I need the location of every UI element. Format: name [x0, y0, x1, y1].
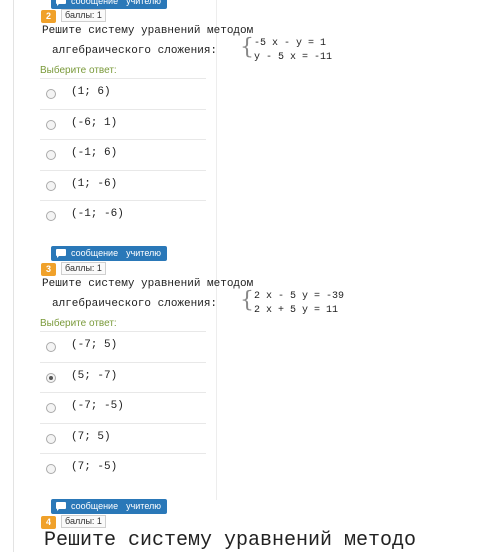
question-text-line1: Решите систему уравнений методо	[44, 529, 417, 552]
radio-button[interactable]	[46, 434, 56, 444]
question-text-line2: алгебраического сложения:	[52, 298, 218, 310]
radio-button-checked[interactable]	[46, 373, 56, 383]
message-teacher-button[interactable]: сообщение учителю	[51, 499, 168, 514]
option-label: (-6; 1)	[71, 117, 118, 129]
message-button-word1: сообщение	[71, 248, 119, 258]
system-brace: {	[240, 35, 254, 60]
message-teacher-button[interactable]: сообщение учителю	[51, 246, 168, 261]
question-number-badge: 2	[41, 10, 56, 23]
option-label: (-1; 6)	[71, 147, 118, 159]
chat-icon	[56, 0, 66, 6]
chat-icon	[56, 249, 66, 258]
question-number-badge: 4	[41, 516, 56, 529]
answer-option[interactable]: (-1; 6)	[40, 139, 206, 170]
answer-option[interactable]: (-7; -5)	[40, 392, 206, 423]
message-button-word2: учителю	[126, 248, 162, 258]
answer-option[interactable]: (1; 6)	[40, 78, 206, 109]
radio-button[interactable]	[46, 89, 56, 99]
equation-2: 2 x + 5 y = 11	[254, 305, 339, 316]
answer-option[interactable]: (7; 5)	[40, 423, 206, 454]
radio-button[interactable]	[46, 342, 56, 352]
question-text-line1: Решите систему уравнений методом	[42, 278, 254, 290]
option-label: (1; 6)	[71, 86, 111, 98]
option-label: (-7; -5)	[71, 400, 124, 412]
answer-option[interactable]: (7; -5)	[40, 453, 206, 484]
equation-2: y - 5 x = -11	[254, 52, 333, 63]
option-label: (-7; 5)	[71, 339, 118, 351]
equation-1: 2 x - 5 y = -39	[254, 291, 345, 302]
message-button-word1: сообщение	[71, 0, 119, 6]
content-border-left	[13, 0, 14, 552]
points-label: баллы: 1	[61, 515, 106, 528]
radio-button[interactable]	[46, 181, 56, 191]
radio-button[interactable]	[46, 464, 56, 474]
answer-prompt: Выберите ответ:	[40, 65, 117, 76]
option-label: (5; -7)	[71, 370, 118, 382]
options-border-right	[216, 0, 217, 500]
answer-option[interactable]: (-1; -6)	[40, 200, 206, 231]
message-teacher-button[interactable]: сообщение учителю	[51, 0, 168, 9]
radio-button[interactable]	[46, 150, 56, 160]
question-number-badge: 3	[41, 263, 56, 276]
question-text-line1: Решите систему уравнений методом	[42, 25, 254, 37]
answer-option-selected[interactable]: (5; -7)	[40, 362, 206, 393]
radio-button[interactable]	[46, 403, 56, 413]
radio-button[interactable]	[46, 120, 56, 130]
points-label: баллы: 1	[61, 262, 106, 275]
answer-option[interactable]: (1; -6)	[40, 170, 206, 201]
message-button-word1: сообщение	[71, 501, 119, 511]
equation-1: -5 x - y = 1	[254, 38, 327, 49]
message-button-word2: учителю	[126, 501, 162, 511]
option-label: (1; -6)	[71, 178, 118, 190]
question-text-line2: алгебраического сложения:	[52, 45, 218, 57]
chat-icon	[56, 502, 66, 511]
answer-prompt: Выберите ответ:	[40, 318, 117, 329]
points-label: баллы: 1	[61, 9, 106, 22]
radio-button[interactable]	[46, 211, 56, 221]
option-label: (7; -5)	[71, 461, 118, 473]
option-label: (-1; -6)	[71, 208, 124, 220]
option-label: (7; 5)	[71, 431, 111, 443]
system-brace: {	[240, 288, 254, 313]
message-button-word2: учителю	[126, 0, 162, 6]
answer-option[interactable]: (-6; 1)	[40, 109, 206, 140]
answer-option[interactable]: (-7; 5)	[40, 331, 206, 362]
